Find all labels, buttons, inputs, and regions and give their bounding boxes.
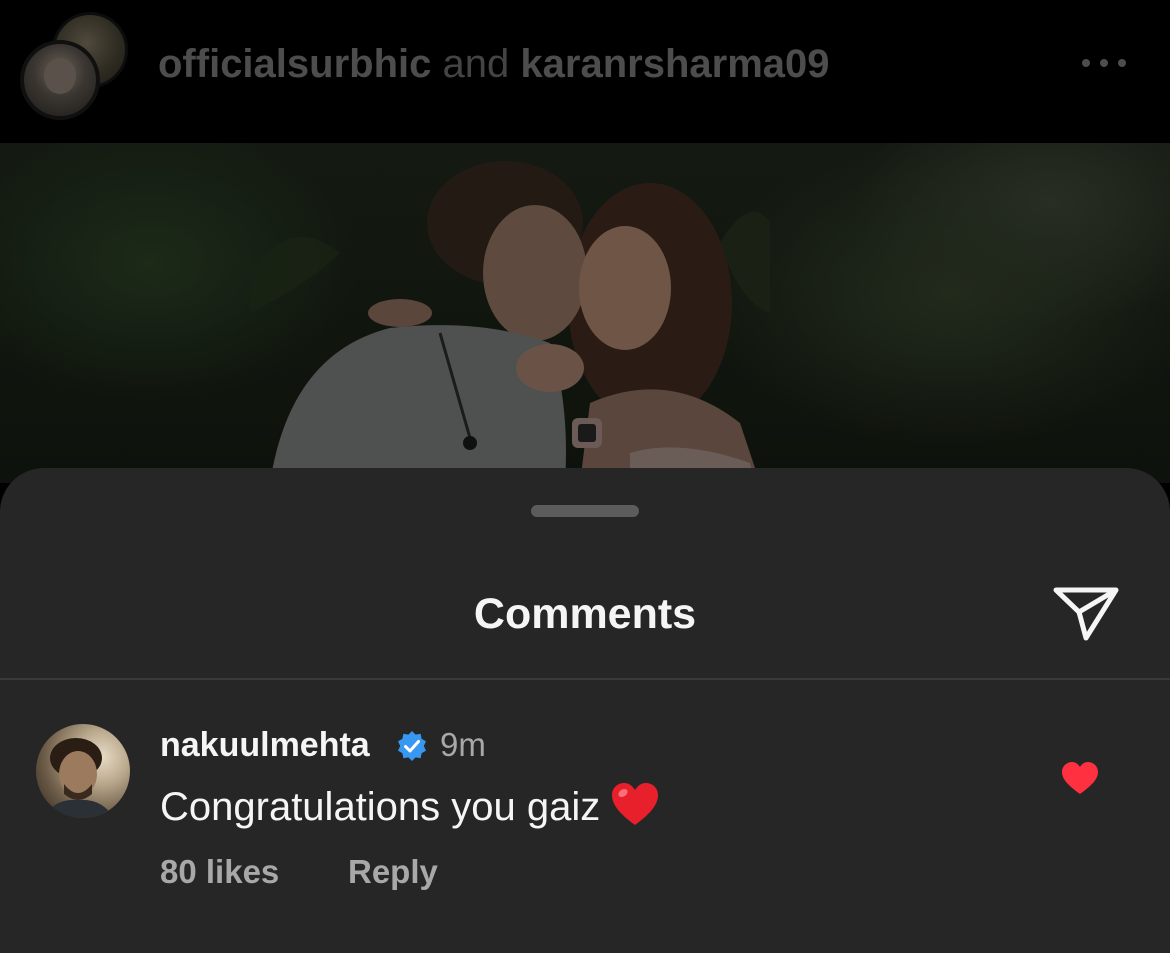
couple-photo-illustration xyxy=(250,161,770,483)
post-authors: officialsurbhic and karanrsharma09 xyxy=(158,40,830,88)
comments-sheet: Comments nakuulmehta 9m Congratulations … xyxy=(0,468,1170,953)
post-photo xyxy=(0,143,1170,483)
screen: officialsurbhic and karanrsharma09 Comme… xyxy=(0,0,1170,953)
reply-button[interactable]: Reply xyxy=(348,851,438,893)
comment-timestamp: 9m xyxy=(440,726,486,763)
author-username-one[interactable]: officialsurbhic xyxy=(158,42,431,86)
comments-title: Comments xyxy=(473,590,697,638)
comment-username[interactable]: nakuulmehta xyxy=(160,724,370,766)
red-heart-emoji-icon xyxy=(612,783,659,825)
comment-text: Congratulations you gaiz xyxy=(160,785,601,829)
paper-plane-icon[interactable] xyxy=(1050,582,1122,644)
avatar-portrait xyxy=(44,738,114,818)
heart-filled-icon[interactable] xyxy=(1061,761,1099,795)
more-horizontal-icon[interactable] xyxy=(1080,54,1128,72)
post-header: officialsurbhic and karanrsharma09 xyxy=(0,0,1170,143)
verified-badge-icon xyxy=(398,731,426,761)
sheet-drag-handle[interactable] xyxy=(531,505,639,517)
avatar[interactable] xyxy=(36,724,130,818)
author-username-two[interactable]: karanrsharma09 xyxy=(520,42,829,86)
comment-body: Congratulations you gaiz xyxy=(160,780,660,831)
authors-conjunction: and xyxy=(442,42,510,86)
avatar-author xyxy=(20,40,100,120)
collab-avatars[interactable] xyxy=(20,12,128,120)
comment-like-count[interactable]: 80 likes xyxy=(160,851,279,893)
divider xyxy=(0,678,1170,680)
